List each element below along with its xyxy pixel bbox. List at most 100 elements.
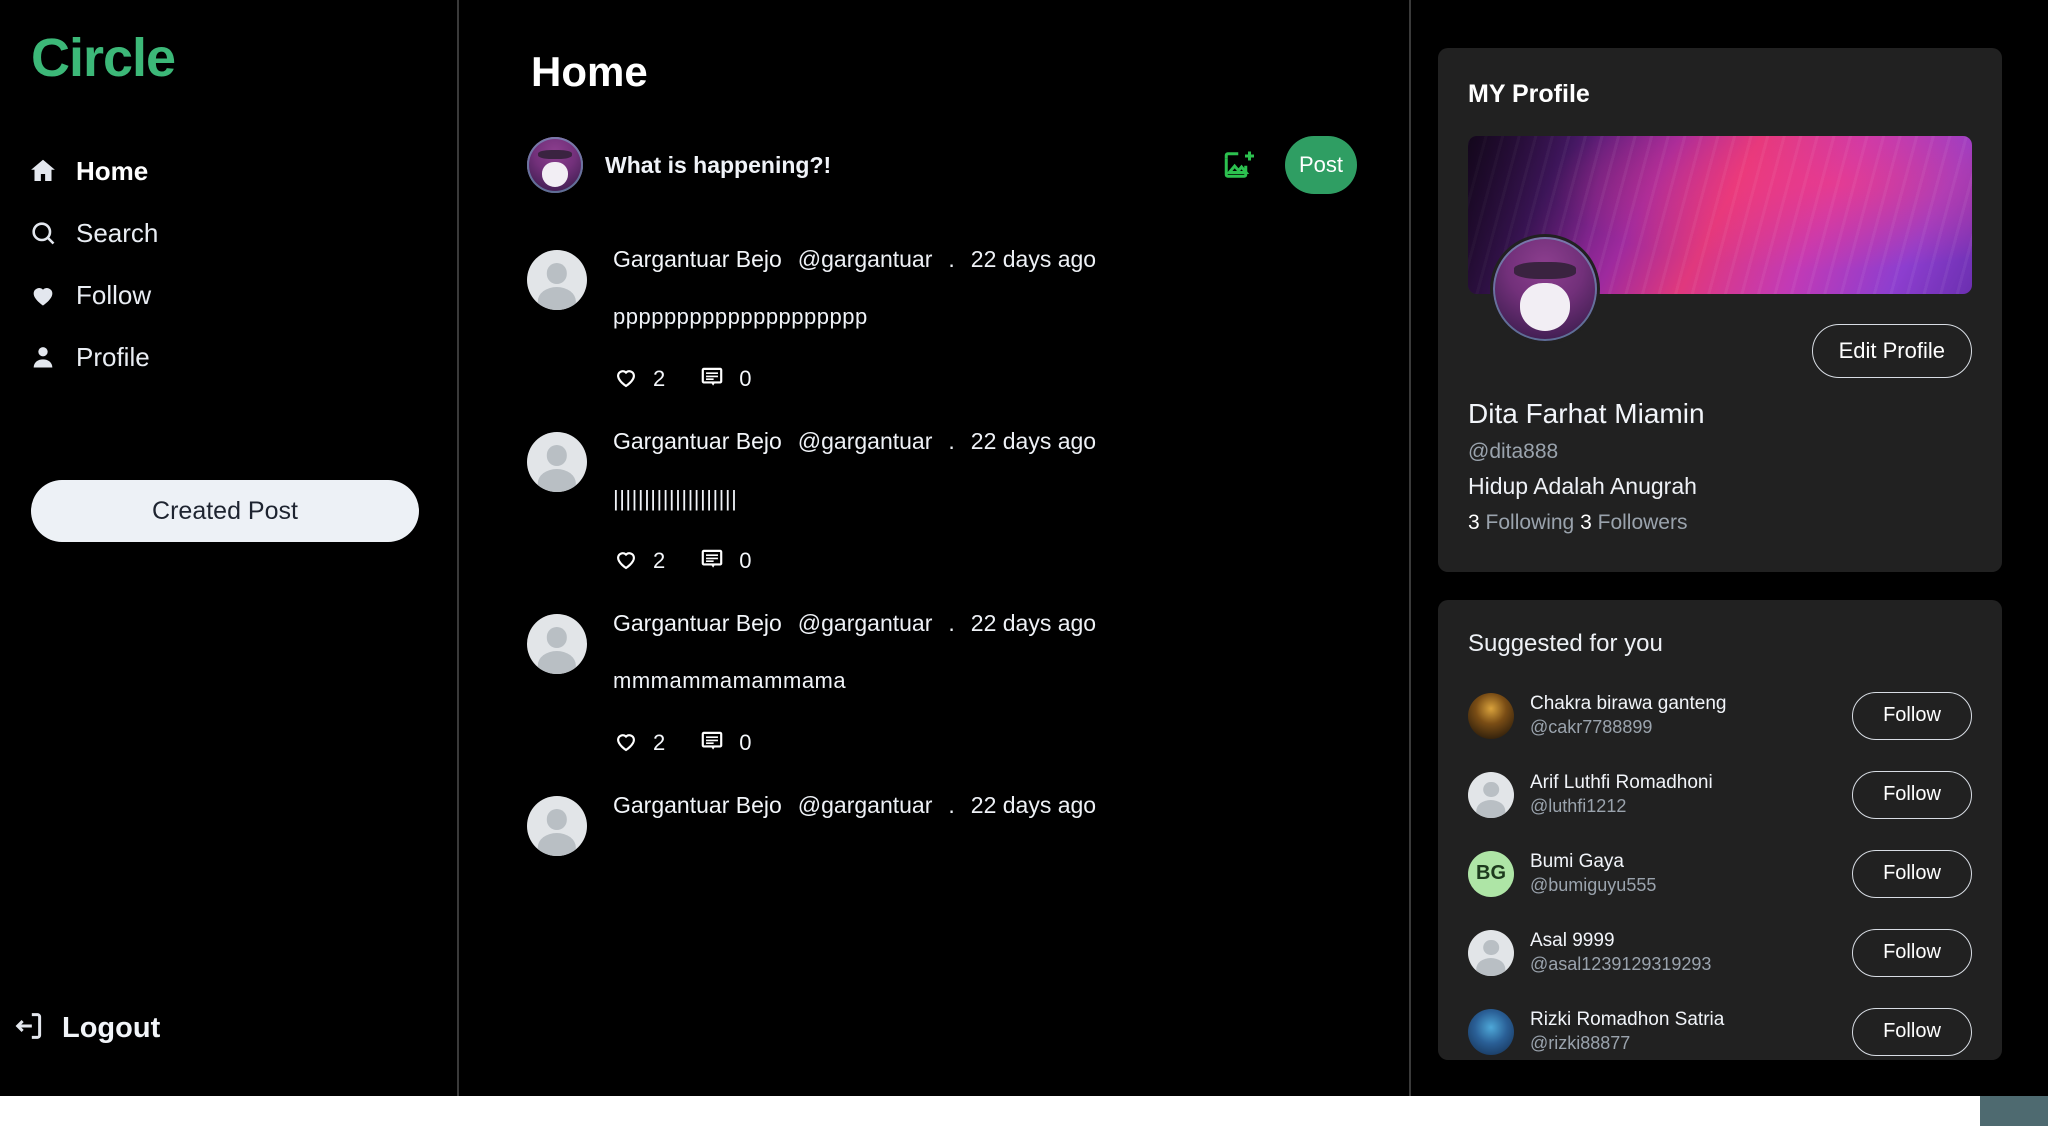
sidebar-item-profile-label: Profile	[76, 341, 150, 372]
suggested-user-avatar[interactable]	[1468, 771, 1514, 818]
suggested-user-item[interactable]: Arif Luthfi Romadhoni @luthfi1212 Follow	[1438, 755, 2002, 834]
post-separator: .	[948, 246, 955, 272]
comment-icon	[699, 546, 725, 577]
post-list: Gargantuar Bejo @gargantuar . 22 days ag…	[459, 228, 1409, 856]
comment-button[interactable]: 0	[699, 546, 771, 577]
post-author-avatar[interactable]	[527, 250, 587, 310]
post-text: ||||||||||||||||||||	[613, 486, 738, 511]
comment-icon	[699, 364, 725, 395]
suggested-user-item[interactable]: Rizki Romadhon Satria @rizki88877 Follow	[1438, 992, 2002, 1060]
post-author-handle[interactable]: @gargantuar	[798, 610, 933, 637]
post-actions: 2 0	[613, 726, 1357, 760]
add-image-icon[interactable]	[1221, 147, 1257, 183]
heart-outline-icon	[613, 546, 639, 577]
like-button[interactable]: 2	[613, 546, 685, 577]
os-bottom-strip	[0, 1096, 2048, 1126]
comment-button[interactable]: 0	[699, 728, 771, 759]
following-count: 3	[1468, 511, 1480, 534]
post-actions: 2 0	[613, 544, 1357, 578]
profile-bio: Hidup Adalah Anugrah	[1468, 473, 1697, 499]
suggested-user-item[interactable]: Asal 9999 @asal1239129319293 Follow	[1438, 913, 2002, 992]
created-post-button[interactable]: Created Post	[31, 480, 419, 542]
profile-avatar[interactable]	[1490, 234, 1600, 344]
follow-button[interactable]: Follow	[1852, 1007, 1972, 1056]
suggested-user-handle: @rizki88877	[1530, 1033, 1631, 1054]
suggested-user-item[interactable]: BG Bumi Gaya @bumiguyu555 Follow	[1438, 834, 2002, 913]
left-sidebar: Circle Home Search Follow Profile Create…	[0, 0, 459, 1096]
following-label[interactable]: Following	[1486, 511, 1575, 534]
post-author-avatar[interactable]	[527, 432, 587, 492]
post-item[interactable]: Gargantuar Bejo @gargantuar . 22 days ag…	[459, 410, 1409, 592]
post-author-name[interactable]: Gargantuar Bejo	[613, 246, 782, 273]
like-count: 2	[653, 366, 666, 391]
suggested-list: Chakra birawa ganteng @cakr7788899 Follo…	[1438, 676, 2002, 1060]
post-author-avatar[interactable]	[527, 614, 587, 674]
like-count: 2	[653, 730, 666, 755]
main-feed: Home What is happening?! Post Gargantuar…	[459, 0, 1411, 1096]
sidebar-item-home[interactable]: Home	[28, 140, 428, 202]
post-author-handle[interactable]: @gargantuar	[798, 246, 933, 273]
profile-fullname: Dita Farhat Miamin	[1468, 398, 1705, 429]
sidebar-item-search-label: Search	[76, 217, 159, 248]
app-root: Circle Home Search Follow Profile Create…	[0, 0, 2048, 1096]
post-item[interactable]: Gargantuar Bejo @gargantuar . 22 days ag…	[459, 592, 1409, 774]
post-separator: .	[948, 792, 955, 818]
search-icon	[28, 218, 58, 248]
comment-count: 0	[739, 730, 752, 755]
post-header: Gargantuar Bejo @gargantuar . 22 days ag…	[613, 246, 1357, 294]
sidebar-item-search[interactable]: Search	[28, 202, 428, 264]
suggested-user-handle: @asal1239129319293	[1530, 954, 1712, 975]
suggested-user-handle: @bumiguyu555	[1530, 875, 1657, 896]
post-author-name[interactable]: Gargantuar Bejo	[613, 792, 782, 819]
post-author-name[interactable]: Gargantuar Bejo	[613, 428, 782, 455]
follow-button[interactable]: Follow	[1852, 691, 1972, 740]
post-author-handle[interactable]: @gargantuar	[798, 428, 933, 455]
post-separator: .	[948, 428, 955, 454]
followers-count: 3	[1580, 511, 1592, 534]
follow-button[interactable]: Follow	[1852, 770, 1972, 819]
post-timestamp: 22 days ago	[970, 246, 1097, 272]
follow-button[interactable]: Follow	[1852, 849, 1972, 898]
post-timestamp: 22 days ago	[970, 792, 1097, 818]
composer-input[interactable]: What is happening?!	[605, 152, 1221, 179]
post-header: Gargantuar Bejo @gargantuar . 22 days ag…	[613, 610, 1357, 658]
suggested-user-name: Rizki Romadhon Satria	[1530, 1009, 1725, 1031]
post-header: Gargantuar Bejo @gargantuar . 22 days ag…	[613, 792, 1357, 840]
suggested-user-handle: @cakr7788899	[1530, 717, 1653, 738]
my-profile-card: MY Profile Edit Profile Dita Farhat Miam…	[1438, 48, 2002, 572]
post-author-name[interactable]: Gargantuar Bejo	[613, 610, 782, 637]
post-item[interactable]: Gargantuar Bejo @gargantuar . 22 days ag…	[459, 774, 1409, 856]
post-header: Gargantuar Bejo @gargantuar . 22 days ag…	[613, 428, 1357, 476]
home-icon	[28, 156, 58, 186]
suggested-user-avatar[interactable]	[1468, 929, 1514, 976]
like-button[interactable]: 2	[613, 728, 685, 759]
followers-label[interactable]: Followers	[1598, 511, 1688, 534]
sidebar-item-follow[interactable]: Follow	[28, 264, 428, 326]
heart-outline-icon	[613, 364, 639, 395]
comment-button[interactable]: 0	[699, 364, 771, 395]
app-logo[interactable]: Circle	[31, 26, 176, 91]
suggested-user-avatar[interactable]: BG	[1468, 850, 1514, 897]
os-strip-tab[interactable]	[1980, 1096, 2048, 1126]
like-button[interactable]: 2	[613, 364, 685, 395]
composer-avatar[interactable]	[527, 137, 583, 193]
post-text: pppppppppppppppppppp	[613, 304, 868, 329]
logout-button[interactable]: Logout	[12, 1009, 160, 1048]
follow-button[interactable]: Follow	[1852, 928, 1972, 977]
post-actions: 2 0	[613, 362, 1357, 396]
suggested-user-avatar[interactable]	[1468, 1008, 1514, 1055]
post-text: mmmammamammama	[613, 668, 847, 693]
logout-icon	[12, 1009, 46, 1048]
sidebar-item-profile[interactable]: Profile	[28, 326, 428, 388]
post-author-handle[interactable]: @gargantuar	[798, 792, 933, 819]
comment-icon	[699, 728, 725, 759]
post-author-avatar[interactable]	[527, 796, 587, 856]
post-timestamp: 22 days ago	[970, 610, 1097, 636]
suggested-user-name: Arif Luthfi Romadhoni	[1530, 772, 1713, 794]
post-item[interactable]: Gargantuar Bejo @gargantuar . 22 days ag…	[459, 228, 1409, 410]
sidebar-item-home-label: Home	[76, 155, 149, 186]
edit-profile-button[interactable]: Edit Profile	[1811, 324, 1972, 378]
suggested-user-item[interactable]: Chakra birawa ganteng @cakr7788899 Follo…	[1438, 676, 2002, 755]
suggested-user-avatar[interactable]	[1468, 692, 1514, 739]
post-button[interactable]: Post	[1285, 136, 1357, 194]
